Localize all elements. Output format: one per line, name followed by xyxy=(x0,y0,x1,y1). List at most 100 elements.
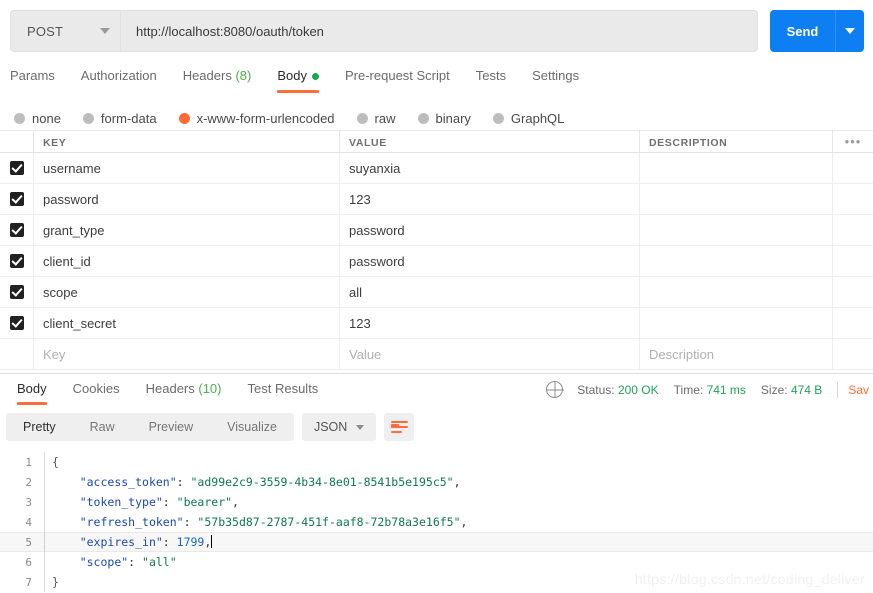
body-type-form-data[interactable]: form-data xyxy=(82,110,157,126)
row-description-cell[interactable] xyxy=(640,153,833,183)
tab-headers[interactable]: Headers (8) xyxy=(183,64,252,94)
table-row: password 123 xyxy=(0,184,873,215)
row-description-cell[interactable] xyxy=(640,215,833,245)
code-line-content[interactable]: "expires_in": 1799, xyxy=(44,532,873,552)
row-description-cell[interactable] xyxy=(640,184,833,214)
code-line: 3 "token_type": "bearer", xyxy=(0,492,873,512)
row-checkbox[interactable] xyxy=(9,254,24,268)
row-value-text: password xyxy=(349,253,405,269)
send-button-group: Send xyxy=(770,10,864,52)
line-number: 7 xyxy=(25,575,32,589)
row-description-cell[interactable] xyxy=(640,277,833,307)
row-options-cell xyxy=(833,339,873,369)
response-tab-body[interactable]: Body xyxy=(17,378,47,406)
http-method-dropdown[interactable]: POST xyxy=(10,10,120,52)
row-value-cell[interactable]: all xyxy=(340,277,640,307)
tab-label: Headers xyxy=(145,381,195,396)
new-value-placeholder: Value xyxy=(349,346,382,362)
code-token-punc: : xyxy=(176,475,191,489)
body-type-graphql[interactable]: GraphQL xyxy=(492,111,564,126)
row-value-cell[interactable]: 123 xyxy=(340,308,640,338)
row-value-text: 123 xyxy=(349,315,371,331)
row-checkbox[interactable] xyxy=(9,192,24,206)
body-type-raw[interactable]: raw xyxy=(356,110,396,126)
row-checkbox[interactable] xyxy=(9,223,24,237)
radio-label: raw xyxy=(374,110,396,126)
radio-label: form-data xyxy=(100,110,157,126)
row-key-cell[interactable]: client_id xyxy=(34,246,340,276)
view-preview[interactable]: Preview xyxy=(132,413,210,441)
response-tab-cookies[interactable]: Cookies xyxy=(73,378,120,406)
row-key-cell[interactable]: username xyxy=(34,153,340,183)
response-tab-headers[interactable]: Headers (10) xyxy=(146,378,222,406)
table-options-cell: ••• xyxy=(833,131,873,152)
tab-label: Headers xyxy=(182,68,232,83)
code-line-content[interactable]: "refresh_token": "57b35d87-2787-451f-aaf… xyxy=(44,512,873,532)
row-value-cell[interactable]: password xyxy=(340,215,640,245)
row-key-cell[interactable]: grant_type xyxy=(34,215,340,245)
new-description-input[interactable]: Description xyxy=(640,339,833,369)
row-options-cell xyxy=(833,215,873,245)
body-type-x-www-form-urlencoded[interactable]: x-www-form-urlencoded xyxy=(178,111,335,126)
table-row: client_secret 123 xyxy=(0,308,873,339)
row-key-cell[interactable]: client_secret xyxy=(34,308,340,338)
send-options-dropdown[interactable] xyxy=(835,10,864,52)
row-options-cell xyxy=(833,153,873,183)
row-value-cell[interactable]: suyanxia xyxy=(340,153,640,183)
radio-label: none xyxy=(32,110,61,126)
row-checkbox[interactable] xyxy=(9,285,24,299)
tab-params[interactable]: Params xyxy=(10,64,55,94)
tab-body[interactable]: Body xyxy=(277,64,319,94)
send-button[interactable]: Send xyxy=(770,10,835,52)
request-url-bar: POST http://localhost:8080/oauth/token S… xyxy=(10,10,864,52)
code-token-key: "expires_in" xyxy=(79,535,163,549)
code-token-punc: : xyxy=(128,555,143,569)
size-label: Size: xyxy=(760,382,788,397)
row-value-cell[interactable]: password xyxy=(340,246,640,276)
header-checkbox-cell xyxy=(0,131,34,152)
row-description-cell[interactable] xyxy=(640,308,833,338)
response-tabs: Body Cookies Headers (10) Test Results xyxy=(4,378,331,406)
row-value-cell[interactable]: 123 xyxy=(340,184,640,214)
tab-settings[interactable]: Settings xyxy=(532,64,579,94)
more-options-icon[interactable]: ••• xyxy=(845,135,862,148)
code-line-content[interactable]: "access_token": "ad99e2c9-3559-4b34-8e01… xyxy=(44,472,873,492)
view-visualize[interactable]: Visualize xyxy=(210,413,294,441)
time-label: Time: xyxy=(673,382,704,397)
row-checkbox[interactable] xyxy=(9,316,24,330)
row-checkbox[interactable] xyxy=(9,161,24,175)
size-value: 474 B xyxy=(790,382,823,397)
code-line-content[interactable]: "token_type": "bearer", xyxy=(44,492,873,512)
response-tab-test-results[interactable]: Test Results xyxy=(248,378,319,406)
body-type-binary[interactable]: binary xyxy=(417,111,471,126)
response-format-dropdown[interactable]: JSON xyxy=(301,413,377,441)
row-options-cell xyxy=(833,308,873,338)
code-line-content[interactable]: { xyxy=(44,452,873,472)
tab-authorization[interactable]: Authorization xyxy=(81,64,157,94)
wrap-lines-button[interactable] xyxy=(384,413,415,441)
code-line-content[interactable]: "scope": "all" xyxy=(44,552,873,572)
save-response-link[interactable]: Sav xyxy=(848,383,869,397)
tab-tests[interactable]: Tests xyxy=(476,64,506,94)
row-key-cell[interactable]: scope xyxy=(34,277,340,307)
body-type-none[interactable]: none xyxy=(14,111,61,126)
row-key-cell[interactable]: password xyxy=(34,184,340,214)
tab-label: Params xyxy=(10,68,55,83)
row-key-text: username xyxy=(43,160,101,176)
format-label: JSON xyxy=(313,420,348,434)
globe-icon[interactable] xyxy=(546,381,564,398)
row-description-cell[interactable] xyxy=(640,246,833,276)
tab-pre-request-script[interactable]: Pre-request Script xyxy=(345,64,450,94)
radio-icon xyxy=(417,112,429,124)
url-input[interactable]: http://localhost:8080/oauth/token xyxy=(120,10,758,52)
table-row: scope all xyxy=(0,277,873,308)
new-description-placeholder: Description xyxy=(649,346,715,362)
view-raw[interactable]: Raw xyxy=(73,413,132,441)
code-token-brace: { xyxy=(52,455,59,469)
view-pretty[interactable]: Pretty xyxy=(6,413,73,441)
watermark: https://blog.csdn.net/coding_deliver xyxy=(634,571,865,587)
new-value-input[interactable]: Value xyxy=(340,339,640,369)
new-key-input[interactable]: Key xyxy=(34,339,340,369)
